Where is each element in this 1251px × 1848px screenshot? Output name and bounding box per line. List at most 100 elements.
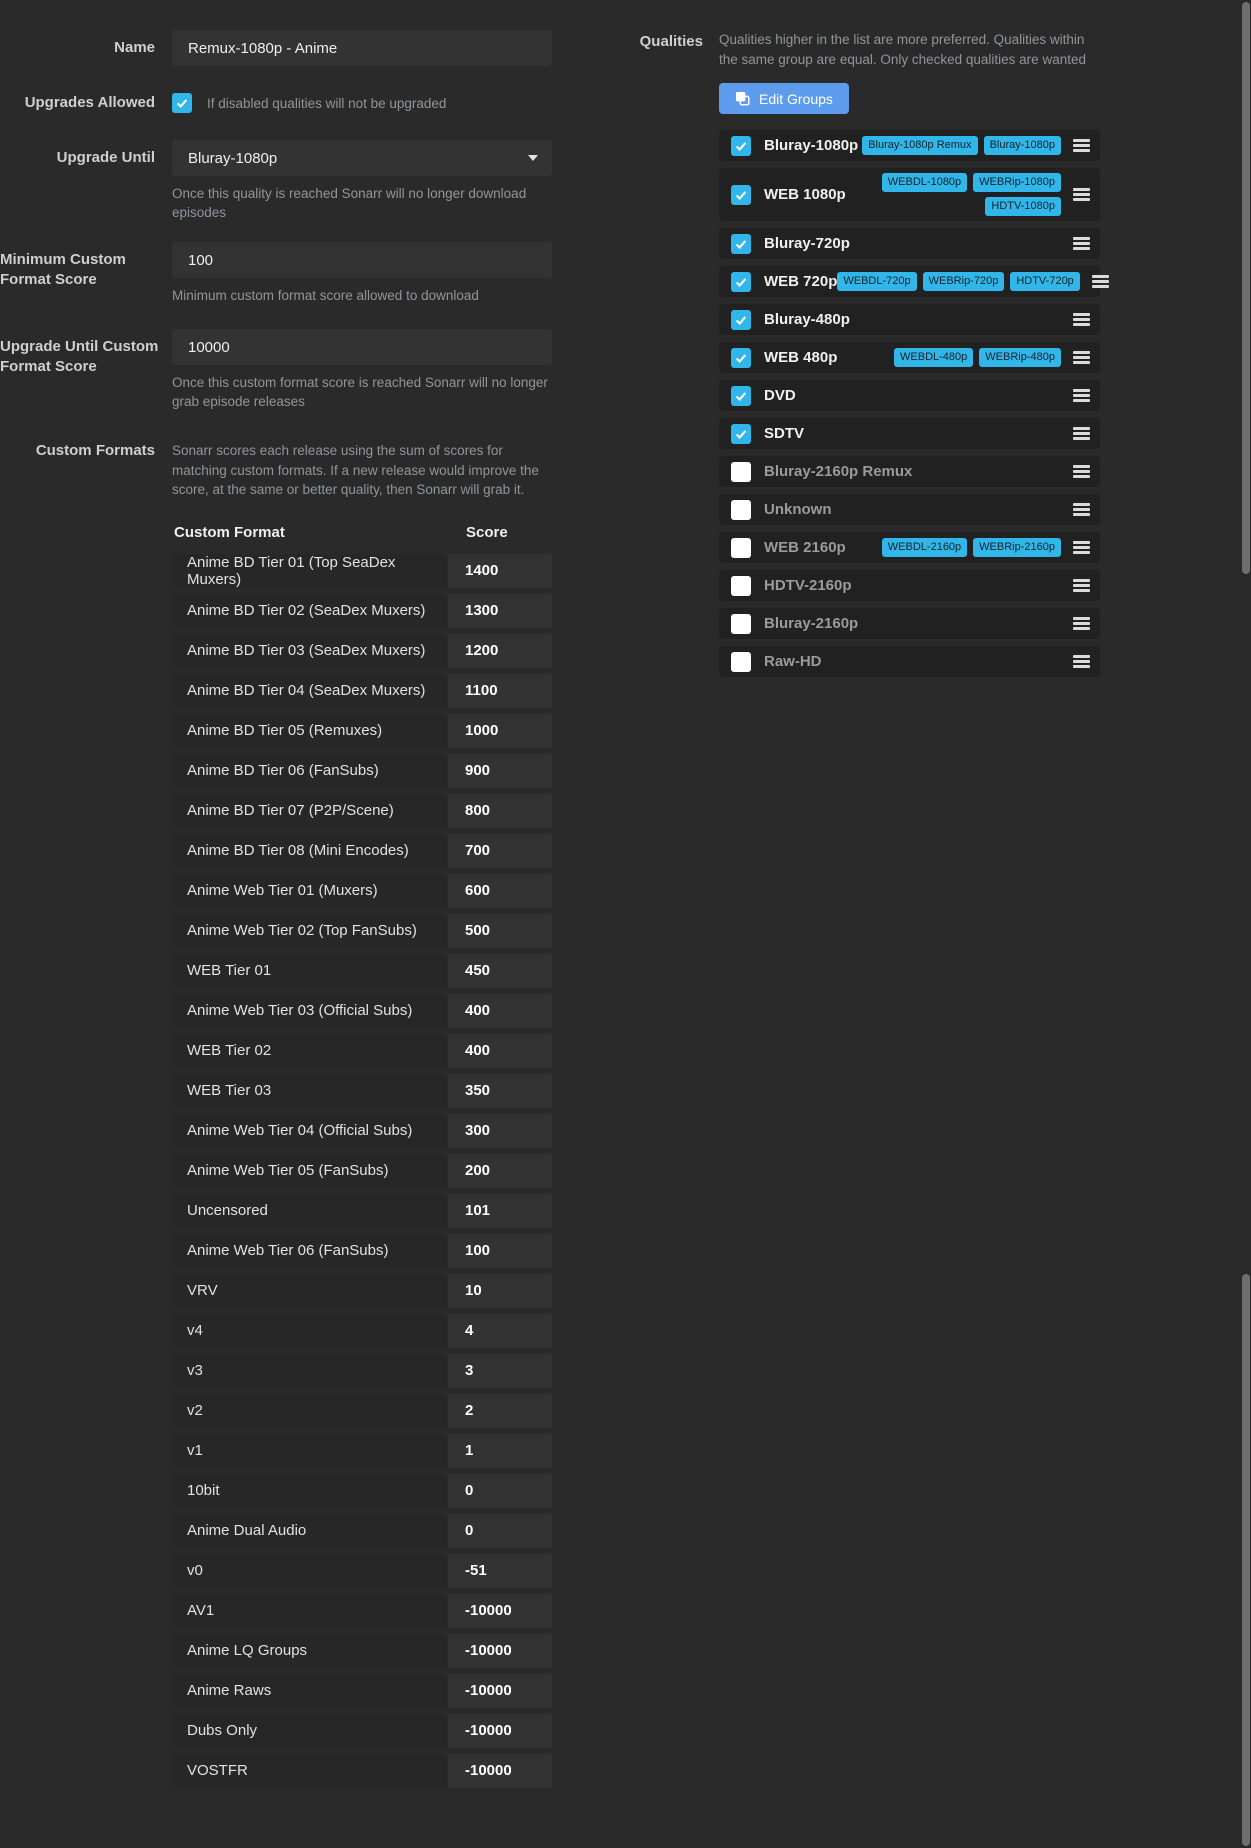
quality-checkbox[interactable] — [731, 136, 751, 156]
quality-row[interactable]: Bluray-2160p — [719, 608, 1100, 639]
custom-format-score-input[interactable]: 900 — [448, 754, 552, 788]
custom-format-name: Anime Dual Audio — [172, 1514, 447, 1548]
drag-handle-icon[interactable] — [1073, 539, 1090, 556]
quality-row[interactable]: Bluray-2160p Remux — [719, 456, 1100, 487]
quality-row[interactable]: Bluray-1080pBluray-1080p RemuxBluray-108… — [719, 130, 1100, 161]
quality-checkbox[interactable] — [731, 185, 751, 205]
ungroup-icon — [735, 91, 750, 106]
quality-checkbox[interactable] — [731, 424, 751, 444]
upgrade-until-select[interactable]: Bluray-1080p — [172, 140, 552, 176]
drag-handle-icon[interactable] — [1073, 186, 1090, 203]
custom-format-score-input[interactable]: -51 — [448, 1554, 552, 1588]
upgrade-until-value: Bluray-1080p — [188, 150, 277, 167]
drag-handle-icon[interactable] — [1092, 273, 1109, 290]
quality-checkbox[interactable] — [731, 500, 751, 520]
quality-row[interactable]: Bluray-720p — [719, 228, 1100, 259]
custom-format-score-input[interactable]: 400 — [448, 994, 552, 1028]
quality-row[interactable]: WEB 480pWEBDL-480pWEBRip-480p — [719, 342, 1100, 373]
custom-format-score-input[interactable]: 1300 — [448, 594, 552, 628]
upgrades-allowed-checkbox[interactable] — [172, 93, 192, 113]
custom-format-score-input[interactable]: 0 — [448, 1474, 552, 1508]
custom-format-name: Anime BD Tier 08 (Mini Encodes) — [172, 834, 447, 868]
drag-handle-icon[interactable] — [1073, 653, 1090, 670]
custom-format-score-input[interactable]: 300 — [448, 1114, 552, 1148]
drag-handle-icon[interactable] — [1073, 235, 1090, 252]
minimum-custom-format-score-input[interactable] — [172, 242, 552, 278]
quality-checkbox[interactable] — [731, 272, 751, 292]
scrollbar-thumb-bottom[interactable] — [1242, 1274, 1250, 1846]
drag-handle-icon[interactable] — [1073, 425, 1090, 442]
drag-handle-icon[interactable] — [1073, 463, 1090, 480]
drag-handle-icon[interactable] — [1073, 501, 1090, 518]
quality-checkbox[interactable] — [731, 614, 751, 634]
quality-row[interactable]: SDTV — [719, 418, 1100, 449]
custom-format-row: Anime Web Tier 02 (Top FanSubs)500 — [172, 914, 552, 948]
quality-row[interactable]: Bluray-480p — [719, 304, 1100, 335]
quality-row[interactable]: WEB 2160pWEBDL-2160pWEBRip-2160p — [719, 532, 1100, 563]
custom-format-name: VRV — [172, 1274, 447, 1308]
quality-row[interactable]: Raw-HD — [719, 646, 1100, 677]
quality-checkbox[interactable] — [731, 652, 751, 672]
custom-format-score-input[interactable]: 101 — [448, 1194, 552, 1228]
quality-checkbox[interactable] — [731, 576, 751, 596]
edit-groups-button[interactable]: Edit Groups — [719, 83, 849, 114]
drag-handle-icon[interactable] — [1073, 311, 1090, 328]
quality-name: WEB 720p — [764, 273, 837, 290]
custom-format-score-input[interactable]: 0 — [448, 1514, 552, 1548]
custom-format-score-input[interactable]: 200 — [448, 1154, 552, 1188]
edit-groups-button-label: Edit Groups — [759, 91, 833, 107]
custom-format-score-input[interactable]: 1000 — [448, 714, 552, 748]
form-group-minimum-custom-format-score: Minimum CustomFormat Score Minimum custo… — [0, 242, 552, 305]
drag-handle-icon[interactable] — [1073, 137, 1090, 154]
scrollbar-thumb-top[interactable] — [1242, 2, 1250, 574]
custom-format-score-input[interactable]: -10000 — [448, 1594, 552, 1628]
minimum-custom-format-score-help: Minimum custom format score allowed to d… — [172, 286, 552, 305]
drag-handle-icon[interactable] — [1073, 577, 1090, 594]
quality-row[interactable]: Unknown — [719, 494, 1100, 525]
name-input[interactable] — [172, 30, 552, 66]
quality-row[interactable]: HDTV-2160p — [719, 570, 1100, 601]
custom-format-name: Uncensored — [172, 1194, 447, 1228]
custom-format-score-input[interactable]: 700 — [448, 834, 552, 868]
custom-format-score-input[interactable]: 1400 — [448, 554, 552, 588]
custom-format-score-input[interactable]: 1100 — [448, 674, 552, 708]
quality-checkbox[interactable] — [731, 310, 751, 330]
custom-format-score-input[interactable]: 400 — [448, 1034, 552, 1068]
quality-checkbox[interactable] — [731, 386, 751, 406]
custom-format-score-input[interactable]: 500 — [448, 914, 552, 948]
quality-name: Raw-HD — [764, 653, 822, 670]
quality-checkbox[interactable] — [731, 348, 751, 368]
custom-format-score-input[interactable]: -10000 — [448, 1714, 552, 1748]
quality-group-badge: WEBDL-480p — [894, 348, 973, 367]
drag-handle-icon[interactable] — [1073, 387, 1090, 404]
quality-row[interactable]: WEB 1080pWEBDL-1080pWEBRip-1080pHDTV-108… — [719, 168, 1100, 221]
custom-format-score-input[interactable]: 600 — [448, 874, 552, 908]
custom-format-score-input[interactable]: -10000 — [448, 1754, 552, 1788]
custom-format-score-input[interactable]: 1200 — [448, 634, 552, 668]
custom-format-score-input[interactable]: 800 — [448, 794, 552, 828]
quality-row-right — [1073, 653, 1090, 670]
custom-format-score-input[interactable]: 4 — [448, 1314, 552, 1348]
custom-format-score-input[interactable]: 10 — [448, 1274, 552, 1308]
check-icon — [734, 389, 748, 403]
quality-checkbox[interactable] — [731, 234, 751, 254]
quality-group-badges: Bluray-1080p RemuxBluray-1080p — [862, 136, 1061, 155]
custom-format-row: Anime BD Tier 04 (SeaDex Muxers)1100 — [172, 674, 552, 708]
check-icon — [175, 96, 189, 110]
drag-handle-icon[interactable] — [1073, 349, 1090, 366]
custom-format-score-input[interactable]: 450 — [448, 954, 552, 988]
quality-row[interactable]: DVD — [719, 380, 1100, 411]
custom-format-score-input[interactable]: 3 — [448, 1354, 552, 1388]
quality-row[interactable]: WEB 720pWEBDL-720pWEBRip-720pHDTV-720p — [719, 266, 1100, 297]
custom-format-score-input[interactable]: -10000 — [448, 1674, 552, 1708]
quality-checkbox[interactable] — [731, 538, 751, 558]
custom-format-score-input[interactable]: 350 — [448, 1074, 552, 1108]
custom-format-score-input[interactable]: 100 — [448, 1234, 552, 1268]
drag-handle-icon[interactable] — [1073, 615, 1090, 632]
quality-checkbox[interactable] — [731, 462, 751, 482]
custom-format-score-input[interactable]: 1 — [448, 1434, 552, 1468]
custom-format-score-input[interactable]: -10000 — [448, 1634, 552, 1668]
upgrade-until-custom-format-score-input[interactable] — [172, 329, 552, 365]
custom-format-row: Anime BD Tier 08 (Mini Encodes)700 — [172, 834, 552, 868]
custom-format-score-input[interactable]: 2 — [448, 1394, 552, 1428]
